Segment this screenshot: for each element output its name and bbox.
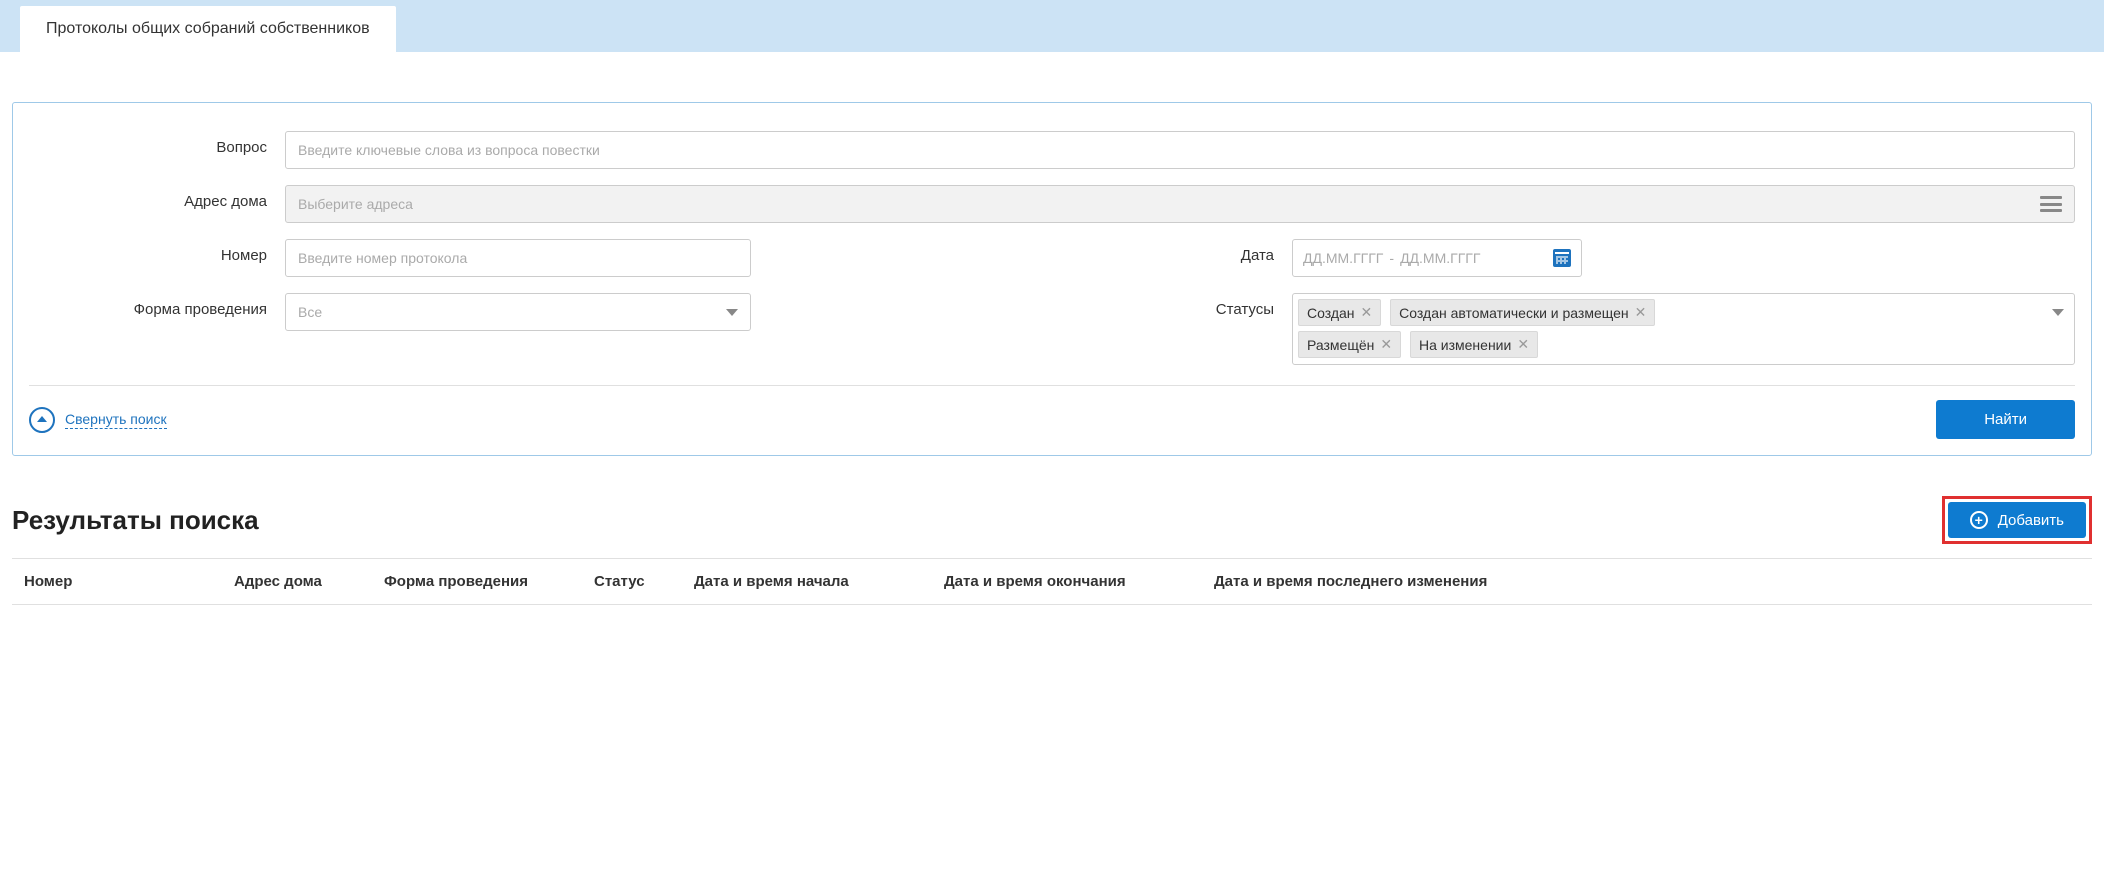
address-placeholder: Выберите адреса: [298, 196, 413, 212]
chevron-up-icon: [29, 407, 55, 433]
status-tag[interactable]: Создан автоматически и размещен ✕: [1390, 299, 1655, 326]
plus-icon: +: [1970, 511, 1988, 529]
form-label: Форма проведения: [29, 293, 285, 331]
close-icon[interactable]: ✕: [1635, 304, 1647, 321]
results-title: Результаты поиска: [12, 505, 259, 536]
status-tag[interactable]: Создан ✕: [1298, 299, 1381, 326]
collapse-text: Свернуть поиск: [65, 411, 167, 429]
chevron-down-icon: [726, 309, 738, 316]
question-label: Вопрос: [29, 131, 285, 156]
col-form: Форма проведения: [372, 573, 582, 590]
status-tag[interactable]: Размещён ✕: [1298, 331, 1401, 358]
results-table: Номер Адрес дома Форма проведения Статус…: [12, 558, 2092, 605]
hamburger-icon: [2040, 196, 2062, 212]
status-tag-label: Создан: [1307, 305, 1355, 321]
address-select[interactable]: Выберите адреса: [285, 185, 2075, 223]
date-range-input[interactable]: ДД.ММ.ГГГГ - ДД.ММ.ГГГГ: [1292, 239, 1582, 277]
find-button[interactable]: Найти: [1936, 400, 2075, 439]
col-status: Статус: [582, 573, 682, 590]
chevron-down-icon[interactable]: [2052, 309, 2064, 316]
close-icon[interactable]: ✕: [1517, 336, 1529, 353]
number-label: Номер: [29, 239, 285, 277]
col-number: Номер: [12, 573, 222, 590]
address-label: Адрес дома: [29, 185, 285, 210]
date-label: Дата: [1052, 239, 1292, 277]
status-tag-label: Размещён: [1307, 337, 1374, 353]
add-button-label: Добавить: [1998, 512, 2064, 529]
tab-protocols[interactable]: Протоколы общих собраний собственников: [20, 6, 396, 52]
search-panel: Вопрос Адрес дома Выберите адреса Номер …: [12, 102, 2092, 456]
calendar-icon[interactable]: [1553, 249, 1571, 267]
col-end: Дата и время окончания: [932, 573, 1202, 590]
question-input[interactable]: [285, 131, 2075, 169]
add-button[interactable]: + Добавить: [1948, 502, 2086, 538]
form-select-value: Все: [298, 304, 322, 320]
date-separator: -: [1389, 250, 1394, 266]
col-address: Адрес дома: [222, 573, 372, 590]
status-tag[interactable]: На изменении ✕: [1410, 331, 1538, 358]
status-multiselect[interactable]: Создан ✕ Создан автоматически и размещен ✕…: [1292, 293, 2075, 365]
add-button-highlight: + Добавить: [1942, 496, 2092, 544]
form-select[interactable]: Все: [285, 293, 751, 331]
col-modified: Дата и время последнего изменения: [1202, 573, 2092, 590]
collapse-search-link[interactable]: Свернуть поиск: [29, 407, 167, 433]
tab-bar: Протоколы общих собраний собственников: [0, 0, 2104, 52]
col-start: Дата и время начала: [682, 573, 932, 590]
date-to-placeholder: ДД.ММ.ГГГГ: [1400, 250, 1480, 266]
status-tag-label: Создан автоматически и размещен: [1399, 305, 1628, 321]
number-input[interactable]: [285, 239, 751, 277]
table-header-row: Номер Адрес дома Форма проведения Статус…: [12, 559, 2092, 604]
date-from-placeholder: ДД.ММ.ГГГГ: [1303, 250, 1383, 266]
status-tag-label: На изменении: [1419, 337, 1511, 353]
close-icon[interactable]: ✕: [1361, 304, 1373, 321]
status-label: Статусы: [1052, 293, 1292, 365]
divider: [29, 385, 2075, 386]
close-icon[interactable]: ✕: [1380, 336, 1392, 353]
